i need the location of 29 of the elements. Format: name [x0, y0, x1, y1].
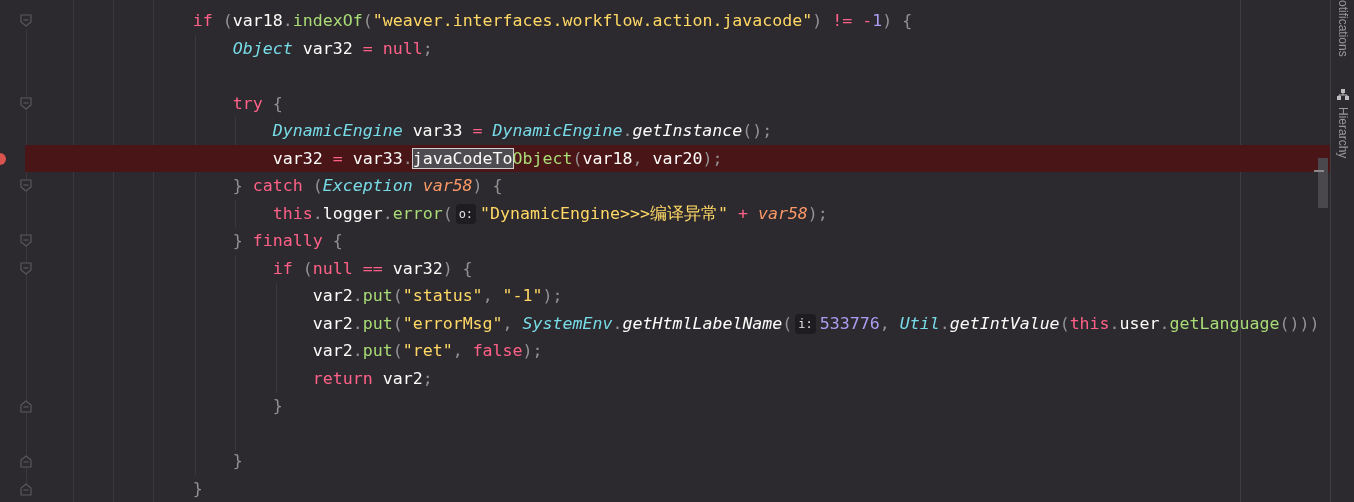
fold-icon[interactable] [20, 234, 32, 248]
code-line: DynamicEngine var33 = DynamicEngine.getInstance(); [271, 120, 773, 143]
tool-window-tab[interactable]: Hierarchy [1333, 106, 1352, 159]
fold-icon[interactable] [20, 96, 32, 111]
code-line: try { [231, 92, 283, 115]
fold-icon[interactable] [20, 399, 32, 413]
fold-icon[interactable] [20, 481, 32, 496]
code-line: } [271, 395, 283, 418]
fold-icon[interactable] [20, 14, 32, 28]
code-line: } [191, 477, 203, 500]
code-line: Object var32 = null; [231, 37, 433, 60]
fold-icon[interactable] [20, 454, 32, 468]
code-line: if (var18.indexOf("weaver.interfaces.workflow.action.javacode") != -1) { [191, 10, 913, 33]
hierarchy-icon[interactable] [1336, 88, 1349, 101]
code-line: var32 = var33.javaCodeToObject(var18, var20); [271, 147, 723, 170]
scrollbar-thumb[interactable] [1318, 158, 1328, 208]
fold-icon[interactable] [20, 261, 32, 276]
code-line: } finally { [231, 230, 343, 253]
code-line: var2.put("status", "-1"); [311, 285, 563, 308]
code-line: this.logger.error( o: "DynamicEngine>>>编译异常" + var58); [271, 202, 828, 227]
tool-window-tab[interactable]: otifications [1333, 0, 1352, 57]
code-line: return var2; [311, 367, 433, 390]
code-line: } [231, 450, 243, 473]
code-line: var2.put("errorMsg", SystemEnv.getHtmlLabelName( i: 533776, Util.getIntValue(this.user.getLanguage())) [311, 312, 1320, 337]
code-line: var2.put("ret", false); [311, 340, 543, 363]
fold-icon[interactable] [20, 179, 32, 193]
error-stripe-mark [1314, 170, 1324, 172]
code-line: } catch (Exception var58) { [231, 175, 503, 198]
code-line: if (null == var32) { [271, 257, 473, 280]
